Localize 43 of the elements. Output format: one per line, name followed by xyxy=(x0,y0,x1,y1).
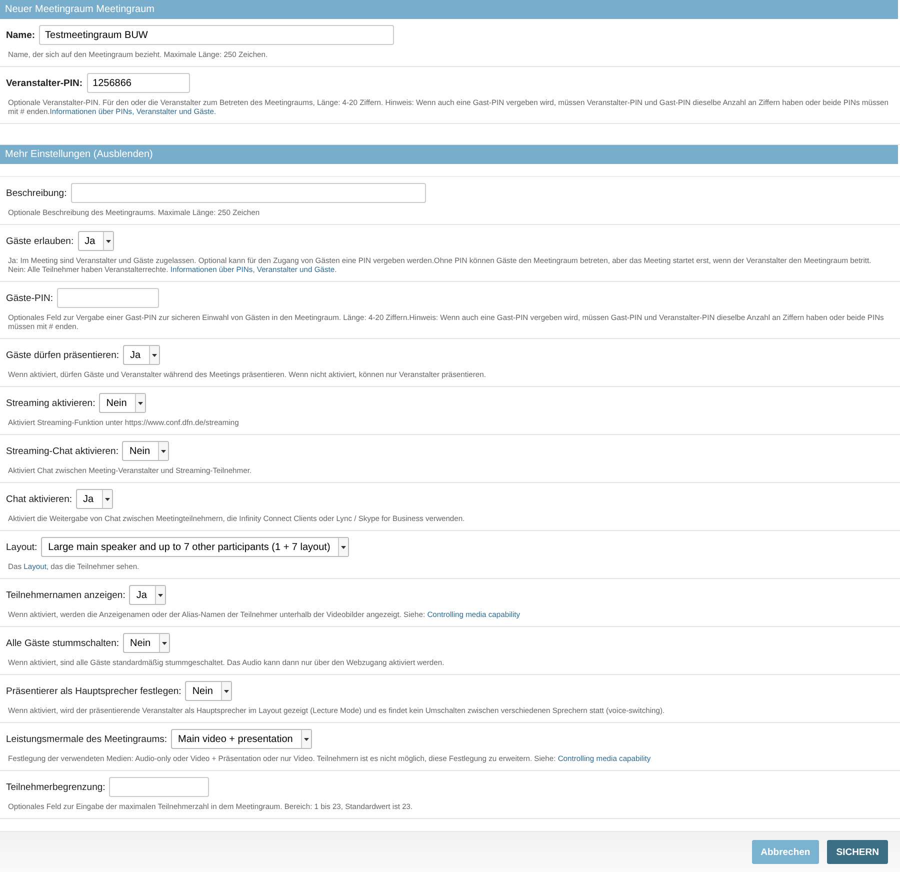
field-label: Layout: xyxy=(6,542,38,552)
select-field[interactable]: Ja xyxy=(123,345,160,365)
input-field[interactable] xyxy=(70,183,426,203)
select-field[interactable]: Ja xyxy=(76,489,113,509)
select-field[interactable]: Nein xyxy=(122,441,170,461)
caret-icon xyxy=(106,240,112,242)
select-field[interactable]: Ja xyxy=(78,231,114,251)
input-field[interactable]: Testmeetingraum BUW xyxy=(39,25,394,45)
save-button[interactable]: SICHERN xyxy=(827,840,888,864)
caret-icon xyxy=(162,642,167,644)
field-label: Leistungsmermale des Meetingraums: xyxy=(6,734,168,744)
section-header: Mehr Einstellungen (Ausblenden) xyxy=(0,145,898,164)
caret-icon xyxy=(158,594,163,596)
input-field[interactable] xyxy=(57,288,159,308)
section-header: Neuer Meetingraum Meetingraum xyxy=(0,0,898,19)
caret-icon xyxy=(224,690,229,692)
select-field[interactable]: Nein xyxy=(185,681,232,701)
field-label: Streaming aktivieren: xyxy=(6,398,96,408)
field-label: Teilnehmerbegrenzung: xyxy=(6,782,106,792)
select-field[interactable]: Nein xyxy=(99,393,146,413)
select-field[interactable]: Large main speaker and up to 7 other participants (1 + 7 layout) xyxy=(41,537,350,557)
field-label: Gäste-PIN: xyxy=(6,292,53,304)
field-label: Alle Gäste stummschalten: xyxy=(6,638,119,648)
field-label: Gäste erlauben: xyxy=(6,236,74,246)
input-field[interactable]: 1256866 xyxy=(86,73,190,93)
field-label: Chat aktivieren: xyxy=(6,494,72,504)
select-field[interactable]: Main video + presentation xyxy=(171,729,312,749)
caret-icon xyxy=(138,402,143,404)
input-field[interactable] xyxy=(109,777,210,797)
field-label: Teilnehmernamen anzeigen: xyxy=(6,590,126,600)
caret-icon xyxy=(304,738,309,740)
field-label: Gäste dürfen präsentieren: xyxy=(6,350,120,360)
field-label: Streaming-Chat aktivieren: xyxy=(6,446,118,456)
select-field[interactable]: Nein xyxy=(123,633,170,653)
field-label: Präsentierer als Hauptsprecher festlegen: xyxy=(6,686,182,696)
caret-icon xyxy=(161,450,166,452)
field-label: Veranstalter-PIN: xyxy=(6,78,83,88)
select-field[interactable]: Ja xyxy=(129,585,166,605)
field-label: Name: xyxy=(6,30,36,40)
field-label: Beschreibung: xyxy=(6,188,67,198)
caret-icon xyxy=(104,498,110,500)
caret-icon xyxy=(341,546,346,548)
caret-icon xyxy=(152,354,157,356)
